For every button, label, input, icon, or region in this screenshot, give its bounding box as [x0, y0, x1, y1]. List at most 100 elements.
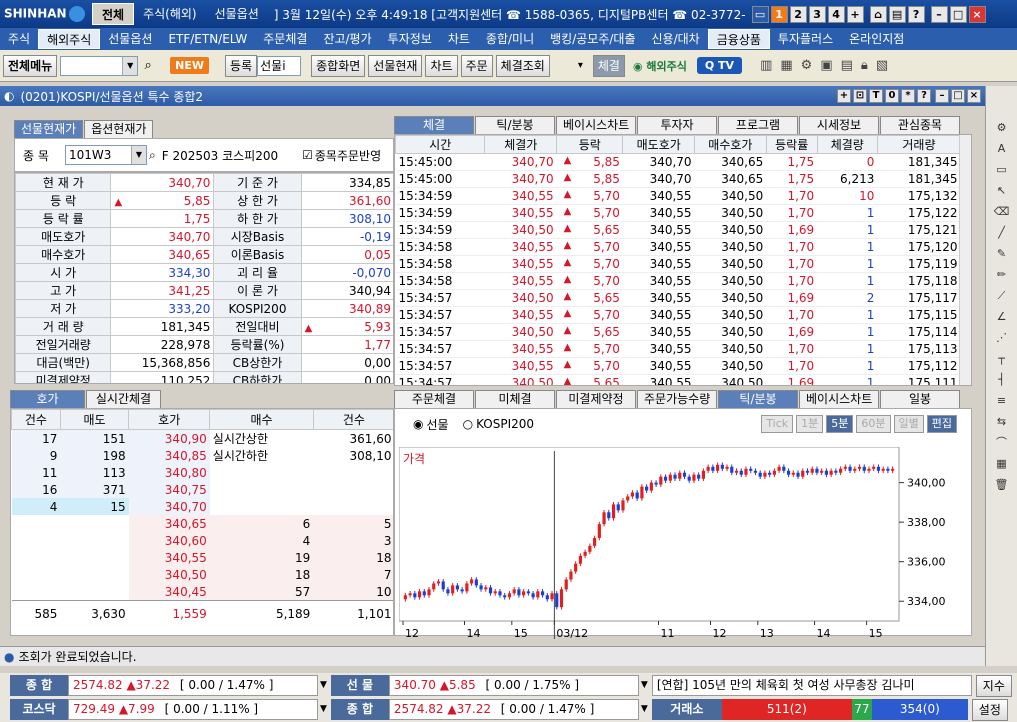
index-button[interactable]: 지수	[975, 674, 1012, 697]
tab-rtTabs-1[interactable]: 틱/분봉	[475, 116, 555, 134]
ticker2-b-dropdown-icon[interactable]: ▼	[641, 699, 648, 720]
tab-rtTabs-4[interactable]: 프로그램	[718, 116, 798, 134]
screen-combo[interactable]: 선물i	[257, 55, 302, 76]
sidebar-fan-icon[interactable]: ⌒	[992, 433, 1012, 453]
menu-futures-options[interactable]: 선물옵션	[100, 29, 160, 49]
period-button-3[interactable]: 60분	[856, 415, 891, 433]
futures-current-button[interactable]: 선물현재	[368, 54, 423, 77]
sidebar-window-icon[interactable]: ▭	[992, 160, 1012, 180]
period-button-4[interactable]: 일별	[893, 415, 924, 433]
code-search-icon[interactable]: ⌕	[149, 148, 156, 163]
period-button-2[interactable]: 5분	[826, 415, 854, 433]
close-icon[interactable]: ×	[968, 5, 986, 23]
tab-rbTabs-4[interactable]: 틱/분봉	[718, 390, 798, 408]
tab-rbTabs-6[interactable]: 일봉	[880, 390, 960, 408]
bid-price[interactable]: 340,45	[128, 583, 210, 601]
bid-price[interactable]: 340,65	[128, 515, 210, 533]
menu-credit[interactable]: 신용/대차	[644, 29, 708, 49]
sidebar-pencil-icon[interactable]: ✏	[992, 265, 1012, 285]
page-button-3[interactable]: 3	[808, 5, 826, 23]
tab-options-current[interactable]: 옵션현재가	[84, 120, 154, 138]
execution-query-button[interactable]: 체결조회	[495, 54, 550, 77]
star-icon[interactable]: *	[901, 89, 915, 103]
sidebar-pen-icon[interactable]: ✎	[992, 244, 1012, 264]
minimize-icon[interactable]: –	[930, 5, 948, 23]
ticker2-a-dropdown-icon[interactable]: ▼	[320, 699, 327, 720]
tab-rtTabs-2[interactable]: 베이시스차트	[556, 116, 636, 134]
window-minimize-icon[interactable]: –	[935, 89, 949, 103]
ticker1-b-dropdown-icon[interactable]: ▼	[641, 675, 648, 696]
tab-futures-current[interactable]: 선물현재가	[14, 120, 84, 138]
screen-search-input[interactable]: ▼	[60, 55, 139, 76]
sidebar-cursor-icon[interactable]: ↖	[992, 181, 1012, 201]
overview-button[interactable]: 종합화면	[311, 54, 366, 77]
menu-mini[interactable]: 종합/미니	[478, 29, 542, 49]
sidebar-angle-icon[interactable]: ∠	[992, 307, 1012, 327]
layout-icon[interactable]: ▤	[841, 58, 853, 73]
search-icon[interactable]: ⌕	[138, 58, 158, 73]
pin-icon[interactable]: ⊡	[853, 89, 867, 103]
window-icon[interactable]: ▣	[820, 58, 832, 73]
menu-stock[interactable]: 주식	[0, 29, 38, 49]
ticker1-a-dropdown-icon[interactable]: ▼	[320, 675, 327, 696]
sidebar-text-icon[interactable]: A	[992, 139, 1012, 159]
register-button[interactable]: 등록	[225, 54, 258, 77]
sidebar-delete-icon[interactable]: 🗑︎	[992, 475, 1012, 495]
sidebar-diag-icon[interactable]: ⟋	[992, 286, 1012, 306]
tab-rbTabs-3[interactable]: 주문가능수량	[637, 390, 717, 408]
code-combo[interactable]: 101W3 ▼	[65, 145, 147, 165]
menu-invest-info[interactable]: 투자정보	[380, 29, 440, 49]
window-maximize-icon[interactable]: □	[951, 89, 965, 103]
split-icon[interactable]: ▧	[876, 58, 888, 73]
menu-banking[interactable]: 뱅킹/공모주/대출	[542, 29, 643, 49]
print-icon[interactable]: ▤	[888, 5, 906, 23]
menu-online-branch[interactable]: 온라인지점	[841, 29, 912, 49]
contract-button[interactable]: 체결	[592, 54, 625, 77]
tab-rtTabs-0[interactable]: 체결	[394, 116, 474, 134]
all-menu-button[interactable]: 전체메뉴	[3, 54, 58, 77]
maximize-icon[interactable]: □	[949, 5, 967, 23]
page-add-button[interactable]: +	[846, 5, 864, 23]
chart-button[interactable]: 차트	[425, 54, 458, 77]
radio-kospi200[interactable]: ○	[463, 417, 473, 431]
window-close-icon[interactable]: ×	[967, 89, 981, 103]
tab-all[interactable]: 전체	[92, 3, 135, 25]
ask-price[interactable]: 340,80	[128, 464, 210, 482]
menu-balance[interactable]: 잔고/평가	[315, 29, 379, 49]
new-badge[interactable]: NEW	[170, 57, 210, 74]
overseas-stock-link[interactable]: ◉ 해외주식	[633, 58, 687, 74]
tab-hoga[interactable]: 호가	[10, 390, 85, 408]
sidebar-gear-icon[interactable]: ⚙	[992, 118, 1012, 138]
sidebar-line-icon[interactable]: ╱	[992, 223, 1012, 243]
menu-invest-plus[interactable]: 투자플러스	[770, 29, 841, 49]
period-button-0[interactable]: Tick	[761, 415, 794, 433]
tab-rtTabs-5[interactable]: 시세정보	[799, 116, 879, 134]
bid-price[interactable]: 340,60	[128, 532, 210, 550]
text-icon[interactable]: T	[869, 89, 883, 103]
news-ticker[interactable]: [연합] 105년 만의 체육회 첫 여성 사무총장 김나미	[651, 675, 972, 696]
calculator-icon[interactable]: ▦	[780, 58, 792, 73]
home-icon[interactable]: ⌂	[869, 5, 887, 23]
tick-scrollbar[interactable]	[959, 135, 971, 385]
sidebar-vline-icon[interactable]: ┤	[992, 370, 1012, 390]
monitor-icon[interactable]: ▭	[751, 5, 769, 23]
menu-financial-products[interactable]: 금융상품	[707, 29, 770, 49]
tab-rbTabs-2[interactable]: 미결제약정	[556, 390, 636, 408]
tab-realtime-trade[interactable]: 실시간체결	[86, 390, 161, 408]
settings-button[interactable]: 설정	[971, 698, 1008, 721]
order-button[interactable]: 주문	[460, 54, 493, 77]
gear-icon[interactable]: ⚙	[801, 58, 813, 73]
period-button-1[interactable]: 1분	[796, 415, 824, 433]
menu-chart[interactable]: 차트	[440, 29, 478, 49]
page-button-1[interactable]: 1	[770, 5, 788, 23]
menu-order[interactable]: 주문체결	[255, 29, 315, 49]
sidebar-grid-icon[interactable]: ▦	[992, 454, 1012, 474]
radio-futures[interactable]: ◉	[413, 417, 423, 431]
lock-icon[interactable]: 🔒︎	[861, 58, 868, 73]
sidebar-hline-icon[interactable]: ┬	[992, 349, 1012, 369]
help-icon[interactable]: ?	[907, 5, 925, 23]
ask-price[interactable]: 340,75	[128, 481, 210, 499]
ask-price[interactable]: 340,85	[128, 447, 210, 465]
ask-price[interactable]: 340,90	[128, 429, 210, 447]
window-help-icon[interactable]: ?	[917, 89, 931, 103]
